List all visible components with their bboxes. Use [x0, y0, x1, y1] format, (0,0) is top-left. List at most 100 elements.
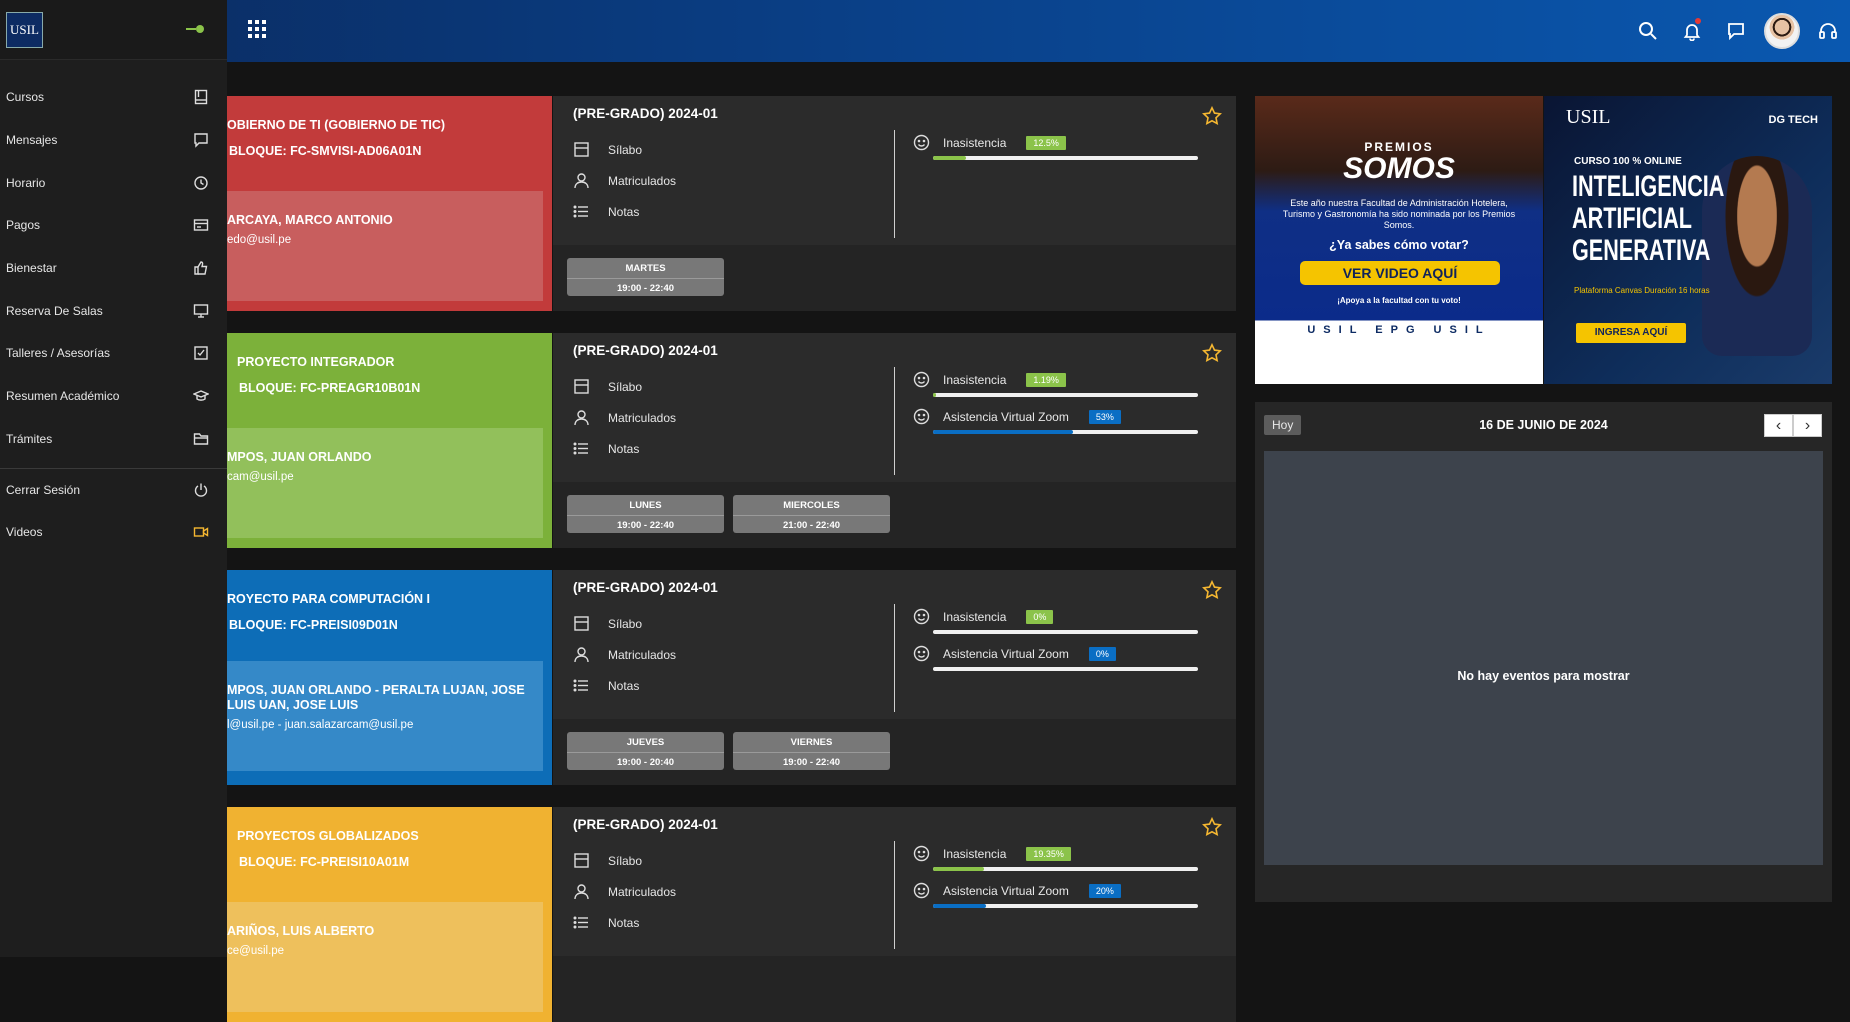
avatar[interactable] — [1764, 13, 1800, 49]
search-icon[interactable] — [1626, 0, 1670, 62]
usil-logo[interactable]: USIL — [6, 12, 43, 48]
notification-dot — [1695, 18, 1701, 24]
course-header[interactable]: PROYECTO INTEGRADOR BLOQUE: FC-PREAGR10B… — [227, 333, 552, 548]
monitor-icon — [193, 304, 209, 318]
stat-badge: 0% — [1088, 646, 1116, 661]
course-header[interactable]: ROYECTO PARA COMPUTACIÓN I BLOQUE: FC-PR… — [227, 570, 552, 785]
course-block: BLOQUE: FC-PREISI10A01M — [239, 855, 410, 869]
star-icon[interactable] — [1202, 342, 1222, 363]
banner-premios-somos[interactable]: PREMIOS SOMOS Este año nuestra Facultad … — [1255, 96, 1543, 384]
banner-ia-generativa[interactable]: USIL DG TECH CURSO 100 % ONLINE INTELIGE… — [1544, 96, 1832, 384]
course-card: PROYECTO INTEGRADOR BLOQUE: FC-PREAGR10B… — [227, 333, 1236, 548]
list-icon — [573, 916, 588, 929]
sidebar-item-label: Horario — [6, 175, 46, 190]
attendance-stat: Inasistencia 12.5% — [913, 134, 1203, 160]
course-card: ROYECTO PARA COMPUTACIÓN I BLOQUE: FC-PR… — [227, 570, 1236, 785]
star-icon[interactable] — [1202, 816, 1222, 837]
matriculados-link[interactable]: Matriculados — [573, 402, 676, 433]
main-content: OBIERNO DE TI (GOBIERNO DE TIC) BLOQUE: … — [227, 62, 1850, 1022]
professor-name: ARIÑOS, LUIS ALBERTO — [227, 924, 375, 938]
schedule-area: JUEVES 19:00 - 20:40 VIERNES 19:00 - 22:40 — [553, 719, 1236, 785]
progress-fill — [933, 156, 967, 160]
stat-badge: 20% — [1088, 883, 1121, 898]
next-button[interactable]: › — [1793, 414, 1822, 437]
stat-label: Inasistencia — [943, 135, 1007, 150]
silabo-link[interactable]: Sílabo — [573, 845, 676, 876]
sidebar-item-cursos[interactable]: Cursos — [0, 76, 227, 119]
progress-bar — [933, 904, 1198, 908]
link-label: Notas — [608, 204, 640, 219]
notas-link[interactable]: Notas — [573, 433, 676, 464]
stat-label: Asistencia Virtual Zoom — [943, 883, 1069, 898]
sidebar-item-label: Cerrar Sesión — [6, 483, 81, 498]
course-header[interactable]: OBIERNO DE TI (GOBIERNO DE TIC) BLOQUE: … — [227, 96, 552, 311]
chat-icon — [194, 133, 208, 148]
star-icon[interactable] — [1202, 105, 1222, 126]
user-icon — [574, 647, 589, 663]
syllabus-icon — [574, 379, 589, 394]
silabo-link[interactable]: Sílabo — [573, 371, 676, 402]
silabo-link[interactable]: Sílabo — [573, 608, 676, 639]
sidebar-item-pagos[interactable]: Pagos — [0, 204, 227, 247]
course-title-block: ROYECTO PARA COMPUTACIÓN I BLOQUE: FC-PR… — [227, 586, 430, 638]
ingresa-aqui-button[interactable]: INGRESA AQUÍ — [1576, 323, 1686, 343]
sidebar-item-reserva-salas[interactable]: Reserva De Salas — [0, 289, 227, 332]
apps-grid-icon[interactable] — [248, 20, 266, 44]
star-icon[interactable] — [1202, 579, 1222, 600]
course-card: PROYECTOS GLOBALIZADOS BLOQUE: FC-PREISI… — [227, 807, 1236, 1022]
calendar-title: 16 DE JUNIO DE 2024 — [1479, 418, 1608, 432]
sidebar-item-horario[interactable]: Horario — [0, 161, 227, 204]
notas-link[interactable]: Notas — [573, 670, 676, 701]
course-semester: (PRE-GRADO) 2024-01 — [573, 106, 718, 121]
sidebar-item-label: Videos — [6, 525, 43, 540]
divider — [894, 841, 895, 949]
power-icon — [194, 483, 208, 497]
matriculados-link[interactable]: Matriculados — [573, 876, 676, 907]
sidebar-item-mensajes[interactable]: Mensajes — [0, 119, 227, 162]
calendar-nav: ‹ › — [1764, 414, 1822, 437]
link-label: Notas — [608, 678, 640, 693]
card-icon — [193, 219, 209, 232]
day-name: MIERCOLES — [783, 500, 840, 511]
course-name: ROYECTO PARA COMPUTACIÓN I — [227, 592, 431, 606]
matriculados-link[interactable]: Matriculados — [573, 639, 676, 670]
calendar: Hoy 16 DE JUNIO DE 2024 ‹ › No hay event… — [1255, 402, 1832, 902]
matriculados-link[interactable]: Matriculados — [573, 165, 676, 196]
bell-icon[interactable] — [1670, 0, 1714, 62]
day-name: MARTES — [625, 263, 666, 274]
sidebar-item-videos[interactable]: Videos — [0, 511, 227, 554]
sidebar-item-cerrar-sesion[interactable]: Cerrar Sesión — [0, 468, 227, 511]
course-details: JUEVES 19:00 - 20:40 VIERNES 19:00 - 22:40 … — [553, 570, 1236, 785]
sidebar-header: USIL — [0, 0, 227, 60]
thumbs-up-icon — [194, 261, 208, 275]
silabo-link[interactable]: Sílabo — [573, 134, 676, 165]
professor-box: ARCAYA, MARCO ANTONIO edo@usil.pe — [227, 191, 543, 301]
sidebar-item-talleres[interactable]: Talleres / Asesorías — [0, 332, 227, 375]
banner-title: SOMOS — [1343, 152, 1455, 185]
sidebar-item-tramites[interactable]: Trámites — [0, 418, 227, 461]
progress-fill — [933, 393, 937, 397]
schedule-day: JUEVES 19:00 - 20:40 — [567, 732, 724, 770]
folder-icon — [193, 433, 209, 445]
course-name: OBIERNO DE TI (GOBIERNO DE TIC) — [227, 118, 446, 132]
sidebar-item-bienestar[interactable]: Bienestar — [0, 247, 227, 290]
banner-course-title: INTELIGENCIA ARTIFICIAL GENERATIVA — [1572, 170, 1724, 267]
clock-icon — [194, 176, 208, 190]
link-label: Sílabo — [608, 853, 643, 868]
messages-icon[interactable] — [1714, 0, 1758, 62]
progress-bar — [933, 393, 1198, 397]
sidebar-toggle-icon[interactable] — [186, 25, 204, 33]
banner-logos: USIL EPG USIL — [1307, 324, 1491, 336]
prev-button[interactable]: ‹ — [1764, 414, 1793, 437]
divider — [894, 367, 895, 475]
course-header[interactable]: PROYECTOS GLOBALIZADOS BLOQUE: FC-PREISI… — [227, 807, 552, 1022]
notas-link[interactable]: Notas — [573, 196, 676, 227]
syllabus-icon — [574, 853, 589, 868]
sidebar-item-resumen-academico[interactable]: Resumen Académico — [0, 375, 227, 418]
sidebar-item-label: Cursos — [6, 90, 45, 105]
ver-video-button[interactable]: VER VIDEO AQUÍ — [1300, 261, 1500, 285]
course-title-block: OBIERNO DE TI (GOBIERNO DE TIC) BLOQUE: … — [227, 112, 445, 164]
headset-icon[interactable] — [1806, 0, 1850, 62]
course-details: (PRE-GRADO) 2024-01 Sílabo Matriculados No… — [553, 807, 1236, 1022]
notas-link[interactable]: Notas — [573, 907, 676, 938]
